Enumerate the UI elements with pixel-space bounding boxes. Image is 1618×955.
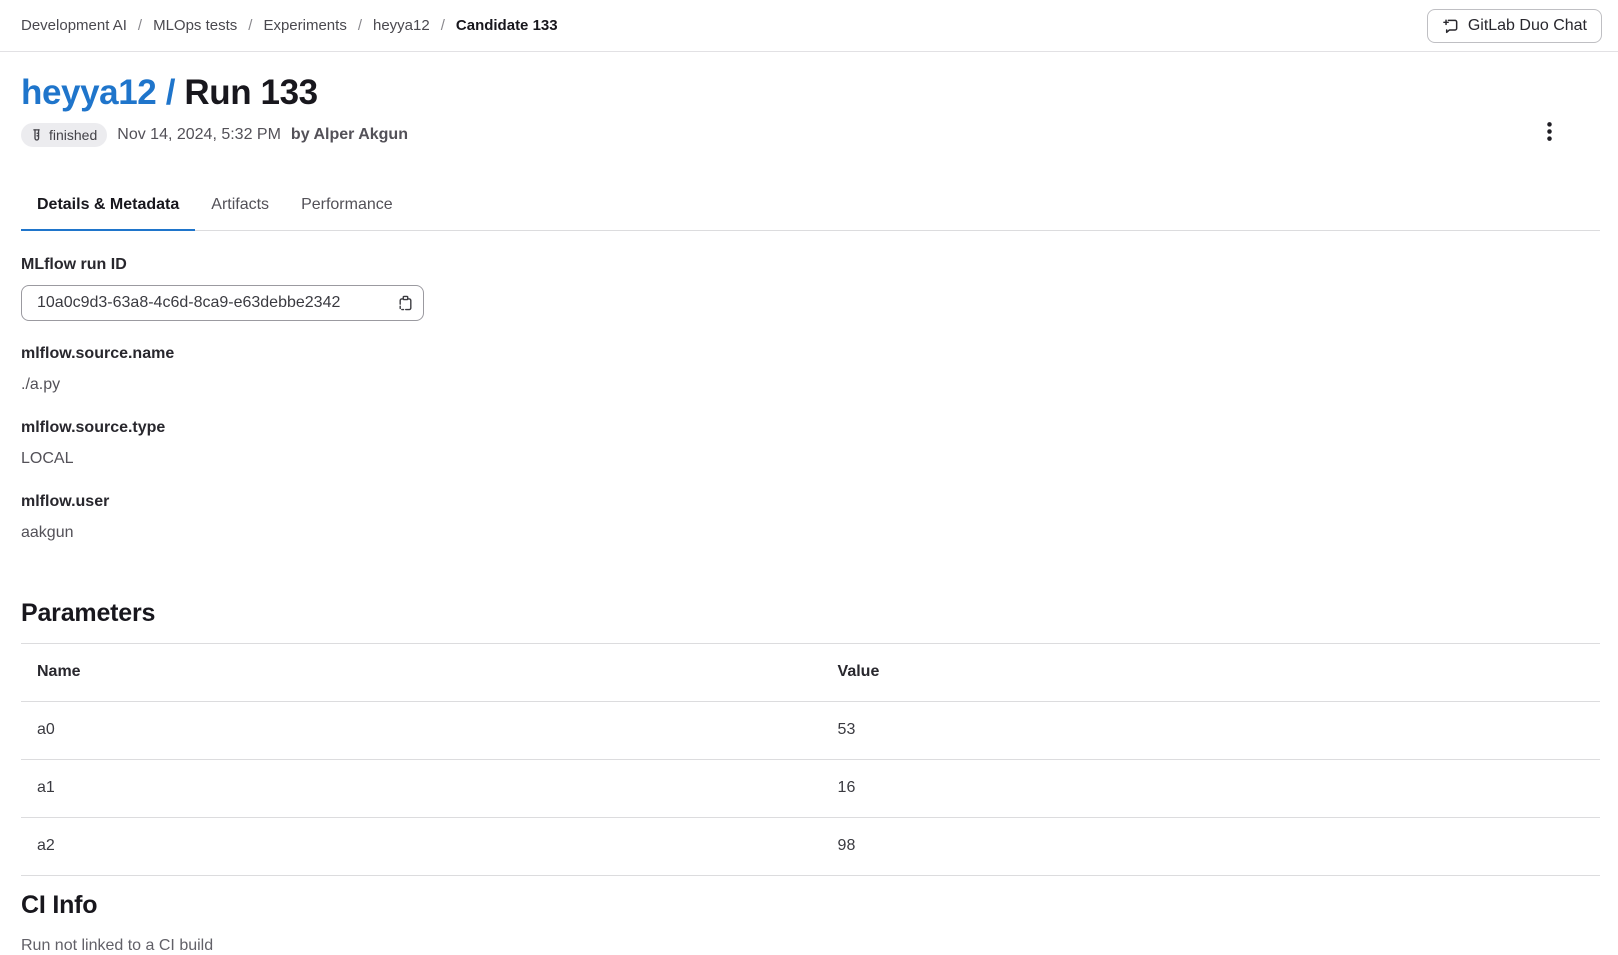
- status-badge-label: finished: [49, 127, 97, 143]
- run-title-text: Run 133: [184, 73, 317, 112]
- field-label: mlflow.source.type: [21, 418, 1600, 438]
- field-label: mlflow.source.name: [21, 344, 1600, 364]
- gitlab-duo-chat-button[interactable]: GitLab Duo Chat: [1427, 9, 1602, 43]
- breadcrumb-item-mlops-tests[interactable]: MLOps tests: [153, 17, 237, 34]
- parameters-table: Name Value a0 53 a1 16 a2 98: [21, 643, 1600, 876]
- metadata-field: mlflow.source.type LOCAL: [21, 418, 1600, 469]
- mlflow-run-id-label: MLflow run ID: [21, 255, 1600, 275]
- metadata-field: mlflow.user aakgun: [21, 492, 1600, 543]
- column-header-value: Value: [822, 644, 1600, 702]
- field-value: LOCAL: [21, 449, 1600, 469]
- breadcrumb-current-candidate: Candidate 133: [456, 17, 558, 34]
- details-metadata-section: MLflow run ID mlflow.source.name ./a.py …: [21, 255, 1600, 543]
- breadcrumb-separator: /: [138, 17, 142, 34]
- copy-to-clipboard-icon: [397, 295, 414, 312]
- experiment-link[interactable]: heyya12 /: [21, 73, 175, 112]
- table-header-row: Name Value: [21, 644, 1600, 702]
- breadcrumb-separator: /: [248, 17, 252, 34]
- run-meta-row: finished Nov 14, 2024, 5:32 PM by Alper …: [21, 123, 1600, 147]
- run-author: by Alper Akgun: [291, 126, 408, 144]
- candidate-detail-page: heyya12 / Run 133 finished Nov 14, 2024,…: [0, 72, 1618, 955]
- ci-info-section: CI Info Run not linked to a CI build: [21, 889, 1600, 955]
- duo-chat-icon: [1442, 17, 1459, 34]
- param-value: 98: [822, 818, 1600, 876]
- duo-chat-label: GitLab Duo Chat: [1468, 17, 1587, 35]
- table-row: a0 53: [21, 702, 1600, 760]
- table-row: a1 16: [21, 760, 1600, 818]
- parameters-section: Parameters Name Value a0 53 a1 16 a2: [21, 597, 1600, 876]
- mlflow-run-id-input[interactable]: [21, 285, 424, 321]
- param-value: 53: [822, 702, 1600, 760]
- breadcrumb-item-experiments[interactable]: Experiments: [263, 17, 346, 34]
- copy-run-id-button[interactable]: [391, 289, 419, 317]
- run-timestamp: Nov 14, 2024, 5:32 PM: [117, 126, 281, 144]
- breadcrumb: Development AI / MLOps tests / Experimen…: [21, 17, 558, 34]
- breadcrumb-separator: /: [358, 17, 362, 34]
- top-bar: Development AI / MLOps tests / Experimen…: [0, 0, 1618, 52]
- field-label: mlflow.user: [21, 492, 1600, 512]
- field-value: ./a.py: [21, 375, 1600, 395]
- field-value: aakgun: [21, 523, 1600, 543]
- test-tube-icon: [29, 128, 44, 143]
- column-header-name: Name: [21, 644, 822, 702]
- breadcrumb-separator: /: [441, 17, 445, 34]
- mlflow-run-id-field: [21, 285, 424, 321]
- param-name: a0: [21, 702, 822, 760]
- tab-artifacts[interactable]: Artifacts: [195, 185, 285, 231]
- status-badge: finished: [21, 123, 107, 147]
- tab-performance[interactable]: Performance: [285, 185, 409, 231]
- more-actions-kebab-button[interactable]: [1532, 114, 1566, 148]
- table-row: a2 98: [21, 818, 1600, 876]
- run-tabs: Details & Metadata Artifacts Performance: [21, 185, 1600, 231]
- parameters-heading: Parameters: [21, 597, 1600, 629]
- tab-details-metadata[interactable]: Details & Metadata: [21, 185, 195, 231]
- kebab-icon: [1542, 122, 1557, 141]
- ci-info-message: Run not linked to a CI build: [21, 937, 1600, 955]
- param-name: a1: [21, 760, 822, 818]
- page-title: heyya12 / Run 133: [21, 72, 1600, 114]
- metadata-field: mlflow.source.name ./a.py: [21, 344, 1600, 395]
- param-name: a2: [21, 818, 822, 876]
- breadcrumb-item-heyya12[interactable]: heyya12: [373, 17, 430, 34]
- param-value: 16: [822, 760, 1600, 818]
- breadcrumb-item-development-ai[interactable]: Development AI: [21, 17, 127, 34]
- ci-info-heading: CI Info: [21, 889, 1600, 921]
